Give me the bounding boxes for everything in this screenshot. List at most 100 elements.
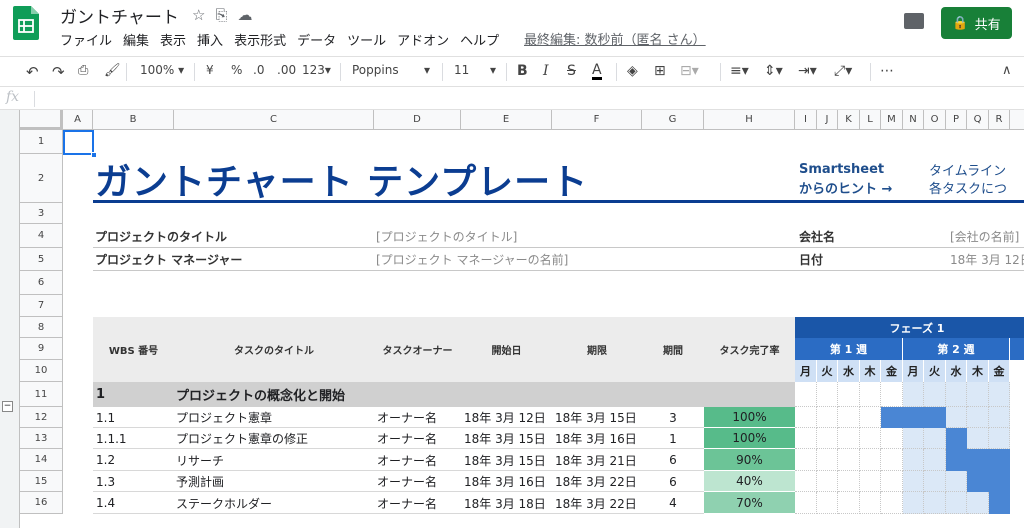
decrease-decimal-button[interactable]: .0: [253, 63, 264, 77]
column-header-n[interactable]: N: [903, 110, 924, 130]
print-icon[interactable]: ⎙: [78, 63, 88, 78]
row-header-2[interactable]: 2: [20, 154, 63, 203]
sheets-logo-icon[interactable]: [13, 6, 39, 40]
menu-help[interactable]: ヘルプ: [460, 30, 499, 49]
task-owner[interactable]: オーナー名: [377, 471, 437, 492]
row-header-6[interactable]: 6: [20, 271, 63, 295]
project-title-field[interactable]: [プロジェクトのタイトル]: [376, 224, 517, 248]
menu-insert[interactable]: 挿入: [197, 30, 223, 49]
zoom-select[interactable]: 100% ▾: [140, 63, 184, 77]
hint-line-2[interactable]: からのヒント →: [799, 178, 892, 197]
menu-view[interactable]: 表示: [160, 30, 186, 49]
row-header-9[interactable]: 9: [20, 338, 63, 360]
column-header-c[interactable]: C: [174, 110, 374, 130]
row-header-8[interactable]: 8: [20, 317, 63, 338]
task-percent[interactable]: 40%: [704, 471, 795, 492]
column-header-l[interactable]: L: [860, 110, 881, 130]
row-header-5[interactable]: 5: [20, 248, 63, 271]
task-start[interactable]: 18年 3月 16日: [464, 471, 546, 492]
column-header-i[interactable]: I: [795, 110, 817, 130]
menu-file[interactable]: ファイル: [60, 30, 112, 49]
text-rotate-icon[interactable]: ⤢▾: [834, 63, 852, 79]
date-field[interactable]: 18年 3月 12日: [950, 248, 1024, 271]
column-header-q[interactable]: Q: [967, 110, 989, 130]
task-wbs[interactable]: 1.1.1: [96, 428, 127, 449]
redo-icon[interactable]: ↷: [52, 63, 65, 81]
task-title[interactable]: リサーチ: [176, 449, 224, 471]
task-duration[interactable]: 4: [642, 492, 704, 514]
hint-line-1[interactable]: Smartsheet: [799, 160, 884, 178]
merge-cells-icon[interactable]: ⊟▾: [680, 63, 699, 79]
chevron-down-icon[interactable]: ▾: [424, 63, 430, 77]
menu-addons[interactable]: アドオン: [397, 30, 449, 49]
currency-button[interactable]: ¥: [206, 63, 214, 77]
column-header-d[interactable]: D: [374, 110, 461, 130]
font-select[interactable]: Poppins: [352, 63, 434, 77]
task-start[interactable]: 18年 3月 15日: [464, 449, 546, 471]
cloud-status-icon[interactable]: ☁: [237, 6, 252, 24]
chevron-down-icon[interactable]: ▾: [490, 63, 496, 77]
text-wrap-icon[interactable]: ⇥▾: [798, 63, 817, 79]
column-header-m[interactable]: M: [881, 110, 903, 130]
task-title[interactable]: プロジェクト憲章: [176, 407, 272, 428]
column-header-o[interactable]: O: [924, 110, 946, 130]
row-header-1[interactable]: 1: [20, 130, 63, 154]
share-button[interactable]: 🔒 共有: [941, 7, 1012, 39]
task-percent[interactable]: 100%: [704, 428, 795, 449]
select-all-corner[interactable]: [20, 110, 63, 130]
menu-data[interactable]: データ: [297, 30, 336, 49]
task-duration[interactable]: 6: [642, 471, 704, 492]
last-edit-link[interactable]: 最終編集: 数秒前（匿名 さん）: [524, 29, 706, 48]
formula-input[interactable]: [40, 89, 1020, 107]
task-start[interactable]: 18年 3月 12日: [464, 407, 546, 428]
task-due[interactable]: 18年 3月 16日: [555, 428, 637, 449]
increase-decimal-button[interactable]: .00: [277, 63, 296, 77]
row-header-10[interactable]: 10: [20, 360, 63, 382]
task-wbs[interactable]: 1.3: [96, 471, 115, 492]
column-header-r[interactable]: R: [989, 110, 1010, 130]
column-header-a[interactable]: A: [63, 110, 93, 130]
company-field[interactable]: [会社の名前]: [950, 224, 1019, 248]
row-header-4[interactable]: 4: [20, 224, 63, 248]
project-manager-field[interactable]: [プロジェクト マネージャーの名前]: [376, 248, 568, 271]
bold-button[interactable]: B: [517, 63, 528, 79]
column-header-p[interactable]: P: [946, 110, 967, 130]
menu-tools[interactable]: ツール: [347, 30, 386, 49]
row-header-11[interactable]: 11: [20, 382, 63, 407]
task-wbs[interactable]: 1.2: [96, 449, 115, 471]
task-start[interactable]: 18年 3月 18日: [464, 492, 546, 514]
fill-color-icon[interactable]: ◈: [627, 63, 638, 79]
task-duration[interactable]: 6: [642, 449, 704, 471]
task-duration[interactable]: 3: [642, 407, 704, 428]
task-owner[interactable]: オーナー名: [377, 428, 437, 449]
task-owner[interactable]: オーナー名: [377, 449, 437, 471]
undo-icon[interactable]: ↶: [26, 63, 39, 81]
row-header-15[interactable]: 15: [20, 471, 63, 492]
align-left-icon[interactable]: ≡▾: [730, 63, 749, 79]
comment-icon[interactable]: [904, 13, 924, 29]
task-owner[interactable]: オーナー名: [377, 492, 437, 514]
star-icon[interactable]: ☆: [192, 6, 205, 24]
task-percent[interactable]: 90%: [704, 449, 795, 471]
task-duration[interactable]: 1: [642, 428, 704, 449]
menu-format[interactable]: 表示形式: [234, 30, 286, 49]
column-header-k[interactable]: K: [838, 110, 860, 130]
font-size-select[interactable]: 11: [454, 63, 469, 77]
number-format-select[interactable]: 123▾: [302, 63, 331, 77]
vertical-align-icon[interactable]: ⇕▾: [764, 63, 783, 79]
column-header-e[interactable]: E: [461, 110, 552, 130]
task-wbs[interactable]: 1.1: [96, 407, 115, 428]
column-header-b[interactable]: B: [93, 110, 174, 130]
column-header-h[interactable]: H: [704, 110, 795, 130]
column-header-j[interactable]: J: [817, 110, 838, 130]
task-owner[interactable]: オーナー名: [377, 407, 437, 428]
row-header-14[interactable]: 14: [20, 449, 63, 471]
task-title[interactable]: ステークホルダー: [176, 492, 272, 514]
row-header-7[interactable]: 7: [20, 295, 63, 317]
task-percent[interactable]: 100%: [704, 407, 795, 428]
column-header-g[interactable]: G: [642, 110, 704, 130]
task-due[interactable]: 18年 3月 15日: [555, 407, 637, 428]
more-icon[interactable]: ⋯: [880, 63, 894, 79]
row-header-12[interactable]: 12: [20, 407, 63, 428]
column-header-extra[interactable]: [1010, 110, 1024, 130]
